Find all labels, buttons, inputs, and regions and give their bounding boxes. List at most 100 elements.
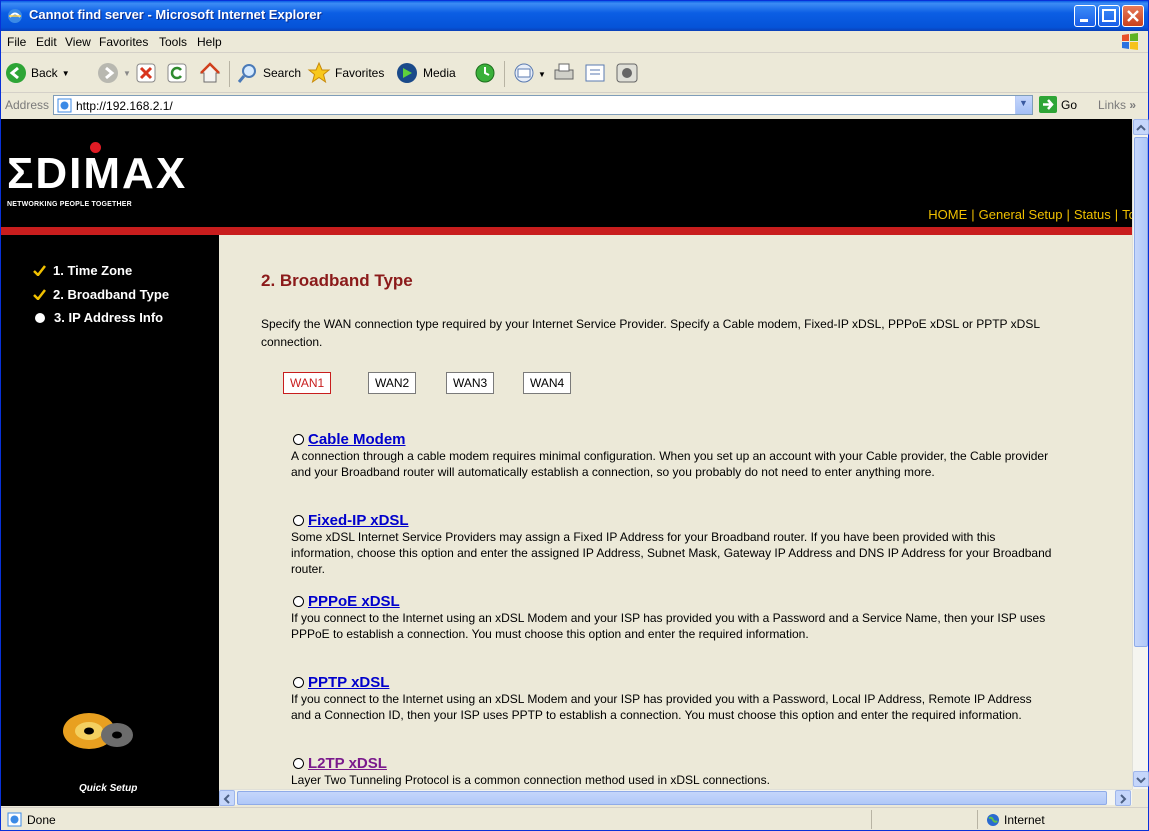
favorites-button[interactable]: Favorites <box>307 61 384 85</box>
go-button[interactable]: Go <box>1039 96 1077 113</box>
nav-general-setup[interactable]: General Setup <box>979 207 1063 222</box>
l2tp-link[interactable]: L2TP xDSL <box>308 755 387 772</box>
option-pptp-xdsl: PPTP xDSL If you connect to the Internet… <box>291 674 1053 723</box>
history-icon[interactable] <box>474 62 496 84</box>
address-dropdown-button[interactable]: ▼ <box>1015 96 1032 114</box>
wan2-button[interactable]: WAN2 <box>368 372 417 394</box>
back-label: Back <box>31 66 58 80</box>
sidebar-item-broadband-type[interactable]: 2. Broadband Type <box>33 287 169 302</box>
option-description: Layer Two Tunneling Protocol is a common… <box>291 773 770 787</box>
scroll-left-button[interactable] <box>219 790 235 806</box>
refresh-icon[interactable] <box>167 63 187 83</box>
option-description: If you connect to the Internet using an … <box>291 692 1032 722</box>
scroll-right-button[interactable] <box>1115 790 1131 806</box>
pptp-radio[interactable] <box>293 677 304 688</box>
pppoe-link[interactable]: PPPoE xDSL <box>308 593 400 610</box>
search-button[interactable]: Search <box>237 61 301 85</box>
security-zone[interactable]: Internet <box>986 813 1045 827</box>
status-bar: Done Internet <box>1 807 1148 830</box>
wan4-button[interactable]: WAN4 <box>523 372 572 394</box>
option-l2tp-xdsl: L2TP xDSL Layer Two Tunneling Protocol i… <box>291 755 1053 788</box>
vertical-scrollbar[interactable] <box>1132 119 1149 789</box>
sidebar: 1. Time Zone 2. Broadband Type 3. IP Add… <box>1 235 219 806</box>
windows-logo-icon <box>1122 33 1138 50</box>
pptp-link[interactable]: PPTP xDSL <box>308 674 389 691</box>
media-label: Media <box>423 66 456 80</box>
fixed-ip-radio[interactable] <box>293 515 304 526</box>
address-field[interactable]: http://192.168.2.1/ ▼ <box>53 95 1033 115</box>
status-divider <box>871 810 872 829</box>
menu-bar: File Edit View Favorites Tools Help <box>1 31 1148 53</box>
messenger-icon[interactable] <box>615 61 639 85</box>
maximize-button[interactable] <box>1098 5 1120 27</box>
horizontal-scroll-thumb[interactable] <box>237 791 1107 805</box>
menu-edit[interactable]: Edit <box>36 35 57 49</box>
forward-button[interactable]: ▼ <box>97 61 131 85</box>
zone-label: Internet <box>1004 813 1045 827</box>
sidebar-item-ip-address-info[interactable]: 3. IP Address Info <box>33 310 163 325</box>
close-icon <box>1127 10 1139 22</box>
menu-file[interactable]: File <box>7 35 26 49</box>
l2tp-radio[interactable] <box>293 758 304 769</box>
horizontal-scrollbar[interactable] <box>219 789 1132 806</box>
checkmark-icon <box>33 289 46 300</box>
mail-icon[interactable] <box>513 62 537 84</box>
option-cable-modem: Cable Modem A connection through a cable… <box>291 431 1053 480</box>
cable-modem-link[interactable]: Cable Modem <box>308 431 406 448</box>
chevron-down-icon[interactable]: ▼ <box>62 69 70 78</box>
page-description: Specify the WAN connection type required… <box>261 317 1040 349</box>
menu-help[interactable]: Help <box>197 35 222 49</box>
sidebar-item-label: 3. IP Address Info <box>54 310 164 325</box>
status-divider <box>977 810 978 829</box>
back-button[interactable]: Back ▼ <box>5 61 70 85</box>
internet-explorer-icon <box>8 9 22 23</box>
toolbar-separator <box>229 61 230 87</box>
wan3-button[interactable]: WAN3 <box>446 372 495 394</box>
media-button[interactable]: Media <box>395 61 456 85</box>
menu-tools[interactable]: Tools <box>159 35 187 49</box>
media-icon <box>397 63 417 83</box>
chevron-left-icon <box>223 794 230 804</box>
option-description: If you connect to the Internet using an … <box>291 611 1046 641</box>
top-navigation: HOME|General Setup|Status|Tool <box>928 207 1132 222</box>
cable-modem-radio[interactable] <box>293 434 304 445</box>
main-content: 2. Broadband Type Specify the WAN connec… <box>219 235 1132 806</box>
chevron-right-icon: » <box>1129 98 1137 112</box>
scroll-down-button[interactable] <box>1133 771 1149 787</box>
chevron-down-icon[interactable]: ▼ <box>538 70 546 79</box>
wan1-button[interactable]: WAN1 <box>283 372 332 394</box>
favorites-star-icon <box>307 61 331 84</box>
sidebar-item-label: 2. Broadband Type <box>53 287 170 302</box>
sidebar-item-label: 1. Time Zone <box>53 263 133 278</box>
header: ΣDIMAX NETWORKING PEOPLE TOGETHER HOME | G… <box>1 119 1132 227</box>
menu-favorites[interactable]: Favorites <box>99 35 148 49</box>
go-arrow-icon <box>1039 96 1057 113</box>
forward-arrow-icon <box>98 63 118 83</box>
home-icon[interactable] <box>198 61 222 85</box>
browser-window: Cannot find server - Microsoft Internet … <box>0 0 1149 831</box>
title-bar[interactable]: Cannot find server - Microsoft Internet … <box>1 1 1148 31</box>
search-icon <box>237 64 256 83</box>
nav-status[interactable]: Status <box>1074 207 1111 222</box>
scroll-up-button[interactable] <box>1133 119 1149 135</box>
menu-view[interactable]: View <box>65 35 91 49</box>
fixed-ip-link[interactable]: Fixed-IP xDSL <box>308 512 409 529</box>
page-viewport: ΣDIMAX NETWORKING PEOPLE TOGETHER HOME | G… <box>1 119 1132 806</box>
vertical-scroll-thumb[interactable] <box>1134 137 1148 647</box>
chevron-down-icon: ▼ <box>1019 98 1028 108</box>
print-icon[interactable] <box>552 62 576 84</box>
edimax-logo: ΣDIMAX <box>7 149 188 198</box>
checkmark-icon <box>33 265 46 276</box>
links-button[interactable]: Links » <box>1098 98 1136 112</box>
nav-tool[interactable]: Tool <box>1122 207 1132 222</box>
minimize-button[interactable] <box>1074 5 1096 27</box>
sidebar-item-time-zone[interactable]: 1. Time Zone <box>33 263 132 278</box>
chevron-down-icon[interactable]: ▼ <box>123 69 131 78</box>
address-url[interactable]: http://192.168.2.1/ <box>76 99 173 113</box>
close-button[interactable] <box>1122 5 1144 27</box>
nav-home[interactable]: HOME <box>928 207 967 222</box>
chevron-down-icon <box>1136 777 1146 784</box>
edit-icon[interactable] <box>584 62 608 84</box>
pppoe-radio[interactable] <box>293 596 304 607</box>
stop-icon[interactable] <box>136 63 156 83</box>
